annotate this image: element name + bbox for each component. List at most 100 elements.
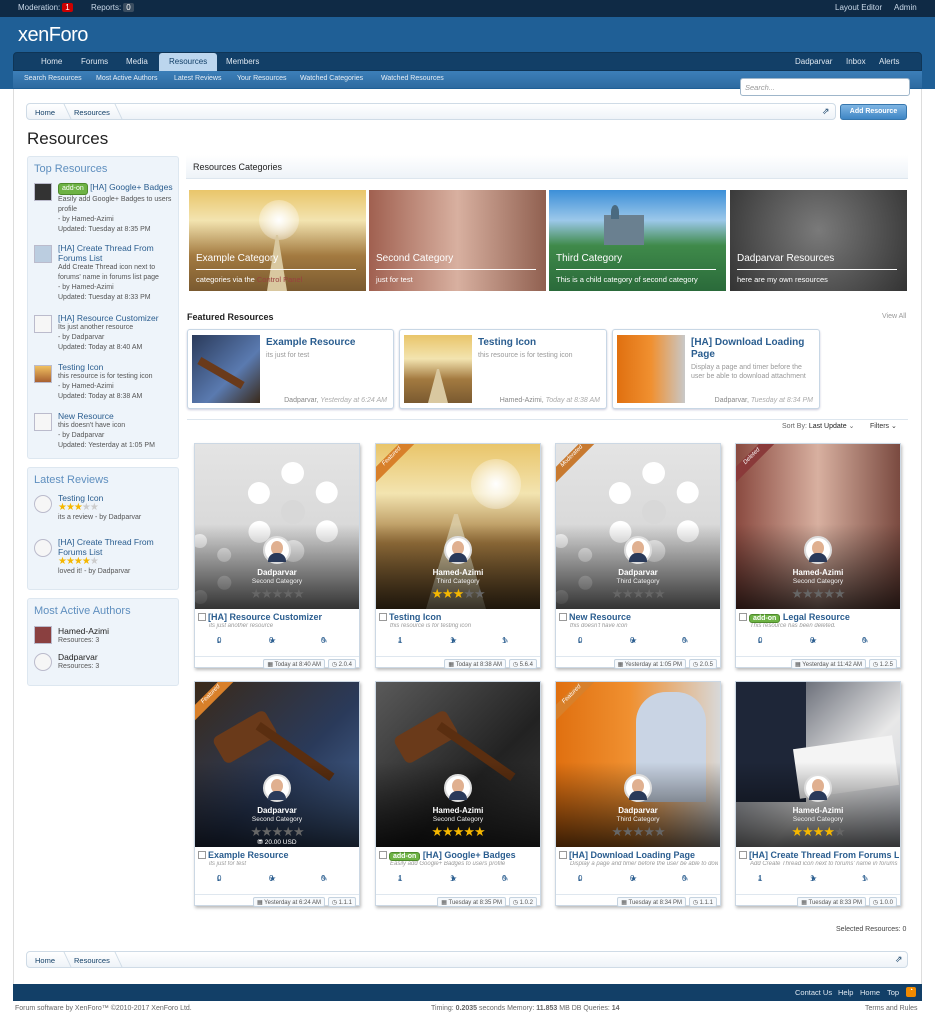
subnav-most-active-authors[interactable]: Most Active Authors xyxy=(96,75,157,82)
filters-control[interactable]: Filters ⌄ xyxy=(870,422,897,430)
subnav-watched-categories[interactable]: Watched Categories xyxy=(300,75,363,82)
resource-image[interactable]: Featured Hamed-Azimi Third Category ★★★★★ xyxy=(376,444,540,609)
breadcrumb-resources[interactable]: Resources xyxy=(74,108,110,117)
category-card[interactable]: Dadparvar Resources here are my own reso… xyxy=(730,190,907,291)
resource-image[interactable]: Hamed-Azimi Second Category ★★★★★ xyxy=(376,682,540,847)
add-resource-button[interactable]: Add Resource xyxy=(840,104,907,120)
author-avatar[interactable] xyxy=(804,774,832,802)
author-avatar[interactable] xyxy=(624,774,652,802)
top-resource-item[interactable]: New Resource this doesn't have icon - by… xyxy=(58,411,176,451)
resource-title[interactable]: add-on [HA] Google+ Badges xyxy=(379,850,539,861)
jump-icon[interactable]: ⇗ xyxy=(895,954,903,965)
resource-title[interactable]: Testing Icon xyxy=(379,612,539,622)
author-avatar[interactable] xyxy=(444,536,472,564)
tab-forums[interactable]: Forums xyxy=(81,57,108,66)
select-checkbox[interactable] xyxy=(559,851,567,859)
resource-author[interactable]: Hamed-Azimi xyxy=(736,568,900,577)
resource-image[interactable]: Moderated Dadparvar Third Category ★★★★★ xyxy=(556,444,720,609)
footer-help-link[interactable]: Help xyxy=(838,988,853,997)
review-item[interactable]: [HA] Create Thread From Forums List ★★★★… xyxy=(58,537,176,577)
author-avatar[interactable] xyxy=(263,774,291,802)
resource-category[interactable]: Third Category xyxy=(556,816,720,823)
copyright[interactable]: Forum software by XenForo™ ©2010-2017 Xe… xyxy=(15,1005,192,1012)
select-checkbox[interactable] xyxy=(379,851,387,859)
author-avatar[interactable] xyxy=(624,536,652,564)
search-input[interactable]: Search... xyxy=(740,78,910,96)
resource-category[interactable]: Third Category xyxy=(556,578,720,585)
top-resource-item[interactable]: [HA] Resource Customizer Its just anothe… xyxy=(58,313,176,353)
category-card[interactable]: Second Category just for test xyxy=(369,190,546,291)
select-checkbox[interactable] xyxy=(739,613,747,621)
resource-category[interactable]: Third Category xyxy=(376,578,540,585)
resource-author[interactable]: Hamed-Azimi xyxy=(736,806,900,815)
tab-media[interactable]: Media xyxy=(126,57,148,66)
resource-author[interactable]: Hamed-Azimi xyxy=(376,806,540,815)
resource-image[interactable]: Dadparvar Second Category ★★★★★ xyxy=(195,444,359,609)
resource-image[interactable]: Deleted Hamed-Azimi Second Category ★★★★★ xyxy=(736,444,900,609)
tab-home[interactable]: Home xyxy=(41,57,62,66)
resource-category[interactable]: Second Category xyxy=(195,578,359,585)
resource-category[interactable]: Second Category xyxy=(736,816,900,823)
site-logo[interactable]: xenForo xyxy=(18,24,88,47)
nav-inbox[interactable]: Inbox xyxy=(846,57,866,66)
author-item[interactable]: Dadparvar Resources: 3 xyxy=(58,652,176,672)
resource-card[interactable]: Featured Dadparvar Third Category ★★★★★ [HA]… xyxy=(555,681,721,907)
resource-author[interactable]: Dadparvar xyxy=(195,806,359,815)
admin-link[interactable]: Admin xyxy=(894,3,917,12)
nav-alerts[interactable]: Alerts xyxy=(879,57,899,66)
footer-top-link[interactable]: Top xyxy=(887,988,899,997)
resource-title[interactable]: Example Resource xyxy=(198,850,358,860)
resource-card[interactable]: Hamed-Azimi Second Category ★★★★★ [HA] Crea… xyxy=(735,681,901,907)
tab-resources[interactable]: Resources xyxy=(159,53,218,72)
subnav-your-resources[interactable]: Your Resources xyxy=(237,75,287,82)
moderation-link[interactable]: Moderation: 1 xyxy=(18,3,73,12)
resource-card[interactable]: Dadparvar Second Category ★★★★★ [HA] Resour… xyxy=(194,443,360,669)
select-checkbox[interactable] xyxy=(739,851,747,859)
breadcrumb-resources[interactable]: Resources xyxy=(74,956,110,965)
select-checkbox[interactable] xyxy=(379,613,387,621)
category-card[interactable]: Example Category categories via the Cont… xyxy=(189,190,366,291)
resource-image[interactable]: Hamed-Azimi Second Category ★★★★★ xyxy=(736,682,900,847)
breadcrumb-home[interactable]: Home xyxy=(35,956,55,965)
resource-card[interactable]: Hamed-Azimi Second Category ★★★★★ add-on [H… xyxy=(375,681,541,907)
breadcrumb-home[interactable]: Home xyxy=(35,108,55,117)
featured-resource[interactable]: [HA] Download Loading Page Display a pag… xyxy=(612,329,820,409)
resource-author[interactable]: Dadparvar xyxy=(195,568,359,577)
footer-contact-link[interactable]: Contact Us xyxy=(795,988,832,997)
subnav-watched-resources[interactable]: Watched Resources xyxy=(381,75,444,82)
resource-card[interactable]: Featured Dadparvar Second Category ★★★★★ ⛃ 2… xyxy=(194,681,360,907)
resource-image[interactable]: Featured Dadparvar Second Category ★★★★★ ⛃ 2… xyxy=(195,682,359,847)
sort-control[interactable]: Sort By: Last Update ⌄ xyxy=(782,422,854,430)
author-avatar[interactable] xyxy=(444,774,472,802)
layout-editor-link[interactable]: Layout Editor xyxy=(835,3,882,12)
resource-category[interactable]: Second Category xyxy=(195,816,359,823)
featured-resource[interactable]: Testing Icon this resource is for testin… xyxy=(399,329,607,409)
view-all-link[interactable]: View All xyxy=(882,313,906,320)
category-card[interactable]: Third Category This is a child category … xyxy=(549,190,726,291)
resource-title[interactable]: [HA] Resource Customizer xyxy=(198,612,358,622)
select-checkbox[interactable] xyxy=(198,613,206,621)
author-avatar[interactable] xyxy=(263,536,291,564)
select-checkbox[interactable] xyxy=(559,613,567,621)
nav-user[interactable]: Dadparvar xyxy=(795,57,832,66)
resource-title[interactable]: [HA] Download Loading Page xyxy=(559,850,719,860)
subnav-search-resources[interactable]: Search Resources xyxy=(24,75,82,82)
subnav-latest-reviews[interactable]: Latest Reviews xyxy=(174,75,221,82)
resource-category[interactable]: Second Category xyxy=(736,578,900,585)
jump-icon[interactable]: ⇗ xyxy=(822,106,830,117)
rss-icon[interactable]: ◔ xyxy=(906,987,916,997)
review-item[interactable]: Testing Icon ★★★★★ its a review - by Dad… xyxy=(58,493,176,523)
resource-title[interactable]: New Resource xyxy=(559,612,719,622)
resource-author[interactable]: Dadparvar xyxy=(556,806,720,815)
resource-title[interactable]: add-on Legal Resource xyxy=(739,612,899,623)
resource-card[interactable]: Deleted Hamed-Azimi Second Category ★★★★★ ad… xyxy=(735,443,901,669)
resource-card[interactable]: Featured Hamed-Azimi Third Category ★★★★★ Te… xyxy=(375,443,541,669)
author-item[interactable]: Hamed-Azimi Resources: 3 xyxy=(58,626,176,646)
resource-image[interactable]: Featured Dadparvar Third Category ★★★★★ xyxy=(556,682,720,847)
resource-title[interactable]: [HA] Create Thread From Forums List xyxy=(739,850,899,860)
resource-category[interactable]: Second Category xyxy=(376,816,540,823)
tab-members[interactable]: Members xyxy=(226,57,259,66)
featured-resource[interactable]: Example Resource its just for test Dadpa… xyxy=(187,329,394,409)
select-checkbox[interactable] xyxy=(198,851,206,859)
footer-home-link[interactable]: Home xyxy=(860,988,880,997)
